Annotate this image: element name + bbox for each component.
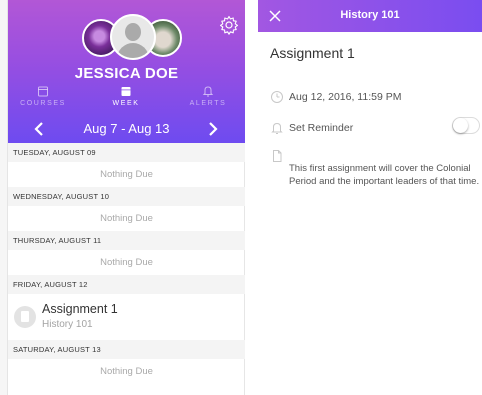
week-navigator: Aug 7 - Aug 13 (8, 118, 245, 140)
avatar[interactable] (110, 14, 156, 60)
detail-course-title: History 101 (340, 9, 400, 21)
tab-week-label: WEEK (112, 100, 140, 107)
tab-courses[interactable]: COURSES (8, 85, 78, 107)
due-date-text: Aug 12, 2016, 11:59 PM (289, 91, 402, 103)
assignment-description: This first assignment will cover the Col… (289, 163, 480, 187)
profile-header: JESSICA DOE COURSES WEEK ALERTS Aug 7 - … (8, 0, 245, 143)
avatar-group (80, 14, 184, 60)
reminder-label: Set Reminder (289, 122, 354, 134)
assignment-list-item[interactable]: Assignment 1 History 101 (8, 294, 245, 340)
chevron-right-icon[interactable] (204, 120, 222, 138)
calendar-icon (38, 86, 48, 97)
day-header-saturday: SATURDAY, AUGUST 13 (8, 340, 245, 359)
week-list: TUESDAY, AUGUST 09 Nothing Due WEDNESDAY… (8, 143, 245, 384)
clock-icon (270, 90, 284, 104)
day-header-tuesday: TUESDAY, AUGUST 09 (8, 143, 245, 162)
nothing-due: Nothing Due (100, 213, 153, 224)
nothing-due: Nothing Due (100, 169, 153, 180)
toggle-knob (453, 118, 468, 133)
document-icon (270, 149, 284, 163)
day-header-thursday: THURSDAY, AUGUST 11 (8, 231, 245, 250)
left-edge-strip (0, 0, 8, 395)
detail-topbar: History 101 (258, 0, 482, 32)
tab-week[interactable]: WEEK (91, 85, 161, 107)
bell-icon (202, 86, 214, 97)
calendar-icon (121, 87, 131, 96)
avatar-body (117, 43, 149, 58)
detail-assignment-title: Assignment 1 (270, 45, 355, 61)
tab-bar: COURSES WEEK ALERTS (8, 85, 245, 115)
gear-icon[interactable] (219, 15, 239, 35)
assignment-course: History 101 (42, 319, 93, 330)
tab-courses-label: COURSES (20, 100, 66, 107)
assignment-title: Assignment 1 (42, 302, 118, 316)
avatar-head (125, 23, 141, 41)
nothing-due: Nothing Due (100, 257, 153, 268)
day-header-wednesday: WEDNESDAY, AUGUST 10 (8, 187, 245, 206)
nothing-due: Nothing Due (100, 366, 153, 377)
reminder-toggle[interactable] (452, 117, 480, 134)
document-icon (14, 306, 36, 328)
assignment-detail-panel: History 101 Assignment 1 Aug 12, 2016, 1… (258, 0, 482, 395)
bell-icon (270, 121, 284, 135)
week-panel: JESSICA DOE COURSES WEEK ALERTS Aug 7 - … (0, 0, 245, 395)
day-header-friday: FRIDAY, AUGUST 12 (8, 275, 245, 294)
profile-name: JESSICA DOE (74, 65, 179, 82)
tab-alerts[interactable]: ALERTS (173, 85, 243, 107)
tab-alerts-label: ALERTS (189, 100, 227, 107)
